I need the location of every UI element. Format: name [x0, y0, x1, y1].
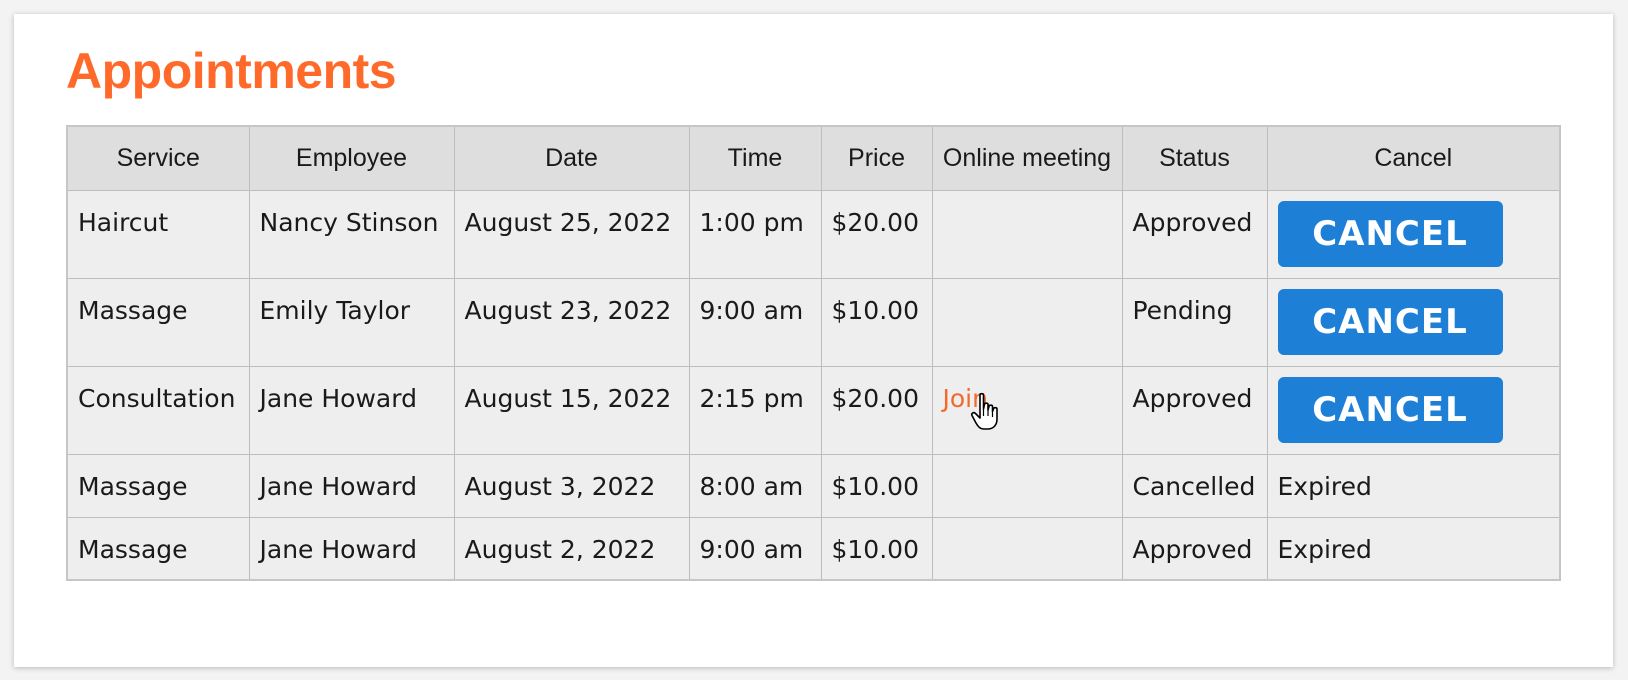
- price-cell: $10.00: [820, 277, 933, 367]
- cancel-cell: CANCEL: [1266, 277, 1561, 367]
- online-meeting-cell: Join: [931, 365, 1123, 455]
- online-meeting-cell: [931, 516, 1123, 581]
- table-row: Massage Jane Howard August 3, 2022 8:00 …: [66, 453, 1561, 518]
- cancel-cell: Expired: [1266, 453, 1561, 518]
- employee-cell: Jane Howard: [248, 453, 455, 518]
- date-cell: August 25, 2022: [453, 189, 690, 279]
- table-row: Haircut Nancy Stinson August 25, 2022 1:…: [66, 189, 1561, 279]
- price-cell: $20.00: [820, 189, 933, 279]
- time-cell: 2:15 pm: [688, 365, 822, 455]
- column-header-service: Service: [66, 125, 250, 191]
- date-cell: August 15, 2022: [453, 365, 690, 455]
- table-row: Massage Emily Taylor August 23, 2022 9:0…: [66, 277, 1561, 367]
- appointments-card: Appointments Service Employee Date Time …: [14, 14, 1613, 667]
- date-cell: August 23, 2022: [453, 277, 690, 367]
- status-cell: Approved: [1121, 516, 1268, 581]
- join-meeting-link[interactable]: Join: [942, 383, 998, 430]
- price-cell: $10.00: [820, 516, 933, 581]
- cancel-cell: CANCEL: [1266, 189, 1561, 279]
- cancel-button[interactable]: CANCEL: [1277, 200, 1503, 267]
- service-cell: Haircut: [66, 189, 250, 279]
- time-cell: 8:00 am: [688, 453, 822, 518]
- service-cell: Massage: [66, 453, 250, 518]
- price-cell: $20.00: [820, 365, 933, 455]
- time-cell: 1:00 pm: [688, 189, 822, 279]
- status-cell: Pending: [1121, 277, 1268, 367]
- price-cell: $10.00: [820, 453, 933, 518]
- column-header-employee: Employee: [248, 125, 455, 191]
- column-header-price: Price: [820, 125, 933, 191]
- time-cell: 9:00 am: [688, 277, 822, 367]
- cancel-button[interactable]: CANCEL: [1277, 288, 1503, 355]
- online-meeting-cell: [931, 277, 1123, 367]
- status-cell: Approved: [1121, 189, 1268, 279]
- cancel-cell: Expired: [1266, 516, 1561, 581]
- table-header-row: Service Employee Date Time Price Online …: [66, 125, 1561, 191]
- table-row: Massage Jane Howard August 2, 2022 9:00 …: [66, 516, 1561, 581]
- page-title: Appointments: [66, 43, 397, 99]
- employee-cell: Emily Taylor: [248, 277, 455, 367]
- status-cell: Cancelled: [1121, 453, 1268, 518]
- service-cell: Consultation: [66, 365, 250, 455]
- online-meeting-cell: [931, 189, 1123, 279]
- service-cell: Massage: [66, 277, 250, 367]
- column-header-time: Time: [688, 125, 822, 191]
- appointments-table: Service Employee Date Time Price Online …: [66, 125, 1561, 581]
- status-cell: Approved: [1121, 365, 1268, 455]
- service-cell: Massage: [66, 516, 250, 581]
- table-row: Consultation Jane Howard August 15, 2022…: [66, 365, 1561, 455]
- cancel-cell: CANCEL: [1266, 365, 1561, 455]
- employee-cell: Nancy Stinson: [248, 189, 455, 279]
- employee-cell: Jane Howard: [248, 365, 455, 455]
- time-cell: 9:00 am: [688, 516, 822, 581]
- column-header-status: Status: [1121, 125, 1268, 191]
- column-header-cancel: Cancel: [1266, 125, 1561, 191]
- online-meeting-cell: [931, 453, 1123, 518]
- employee-cell: Jane Howard: [248, 516, 455, 581]
- column-header-date: Date: [453, 125, 690, 191]
- date-cell: August 2, 2022: [453, 516, 690, 581]
- date-cell: August 3, 2022: [453, 453, 690, 518]
- column-header-online-meeting: Online meeting: [931, 125, 1123, 191]
- join-link-label: Join: [942, 383, 988, 413]
- cancel-button[interactable]: CANCEL: [1277, 376, 1503, 443]
